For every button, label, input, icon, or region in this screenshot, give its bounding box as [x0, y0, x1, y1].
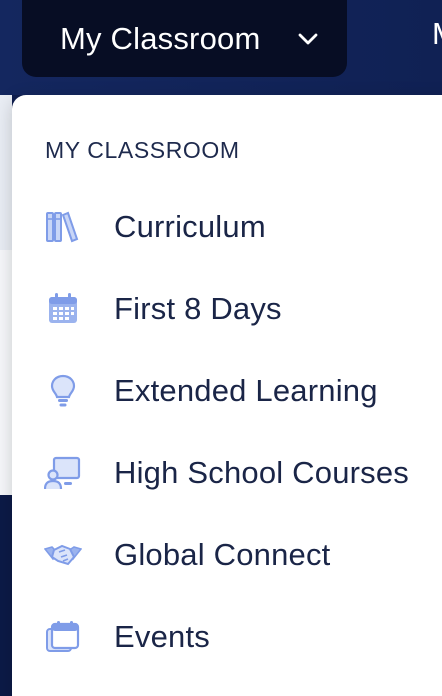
- my-classroom-dropdown-menu: MY CLASSROOM Curriculum First 8 Days Ext…: [12, 95, 442, 696]
- calendar-icon: [49, 293, 77, 323]
- calendar-stack-icon: [46, 621, 80, 652]
- menu-item-first-8-days[interactable]: First 8 Days: [12, 277, 442, 341]
- page-background-dark-fragment: [0, 495, 12, 696]
- menu-item-global-connect[interactable]: Global Connect: [12, 523, 442, 587]
- menu-item-label: Global Connect: [114, 537, 331, 572]
- presentation-icon: [44, 456, 81, 490]
- page-background-fragment: [0, 95, 12, 495]
- books-icon: [46, 211, 79, 243]
- menu-item-label: Curriculum: [114, 209, 266, 244]
- next-nav-item[interactable]: M: [432, 16, 442, 52]
- my-classroom-nav-button[interactable]: My Classroom: [22, 0, 347, 77]
- page-background-band: [0, 250, 12, 495]
- menu-item-events[interactable]: Events: [12, 605, 442, 669]
- nav-button-label: My Classroom: [60, 20, 261, 56]
- chevron-down-icon: [298, 33, 318, 45]
- menu-item-label: First 8 Days: [114, 291, 282, 326]
- dropdown-heading: MY CLASSROOM: [45, 137, 240, 163]
- menu-item-label: Events: [114, 619, 210, 654]
- lightbulb-icon: [50, 374, 76, 407]
- menu-item-high-school-courses[interactable]: High School Courses: [12, 441, 442, 505]
- menu-item-curriculum[interactable]: Curriculum: [12, 195, 442, 259]
- menu-item-label: Extended Learning: [114, 373, 378, 408]
- handshake-icon: [44, 544, 82, 566]
- menu-item-label: High School Courses: [114, 455, 410, 490]
- menu-item-extended-learning[interactable]: Extended Learning: [12, 359, 442, 423]
